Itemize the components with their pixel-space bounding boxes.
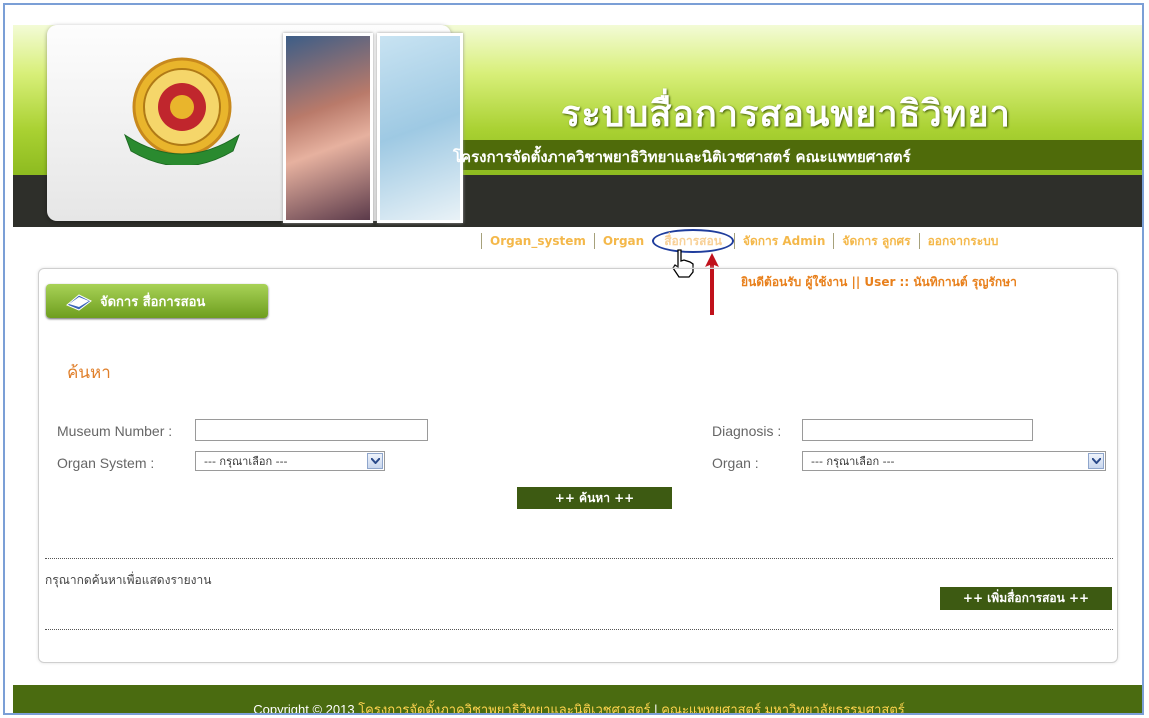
- organ-system-select-value: --- กรุณาเลือก ---: [204, 455, 288, 468]
- nav-item-manage-admin[interactable]: จัดการ Admin: [733, 233, 834, 249]
- museum-number-input[interactable]: [195, 419, 428, 441]
- nav-item-organ[interactable]: Organ: [593, 233, 652, 249]
- results-hint: กรุณากดค้นหาเพื่อแสดงรายงาน: [45, 573, 212, 587]
- museum-number-label: Museum Number :: [57, 423, 173, 439]
- nav-item-manage-arrow[interactable]: จัดการ ลูกศร: [833, 233, 918, 249]
- footer-link-department[interactable]: โครงการจัดตั้งภาควิชาพยาธิวิทยาและนิติเว…: [358, 702, 650, 713]
- chevron-down-icon[interactable]: [367, 453, 383, 469]
- organ-label: Organ :: [712, 455, 759, 471]
- header-photo-stethoscope: [377, 33, 463, 223]
- footer-copyright: Copyright © 2013: [253, 702, 355, 715]
- header-photo-anatomy: [283, 33, 373, 223]
- organ-select-value: --- กรุณาเลือก ---: [811, 455, 895, 468]
- footer-separator: |: [654, 702, 658, 715]
- site-title: ระบบสื่อการสอนพยาธิวิทยา: [561, 94, 1011, 135]
- organ-system-select[interactable]: --- กรุณาเลือก ---: [195, 451, 385, 471]
- footer-link-faculty[interactable]: คณะแพทยศาสตร์ มหาวิทยาลัยธรรมศาสตร์: [661, 702, 905, 713]
- manage-teaching-media-header: จัดการ สื่อการสอน: [46, 284, 268, 318]
- divider-top: [45, 558, 1113, 559]
- diagnosis-input[interactable]: [802, 419, 1033, 441]
- nav-item-logout[interactable]: ออกจากระบบ: [918, 233, 1007, 249]
- book-icon: [66, 294, 92, 311]
- divider-bottom: [45, 629, 1113, 630]
- page-frame: ระบบสื่อการสอนพยาธิวิทยา โครงการจัดตั้งภ…: [3, 3, 1144, 715]
- logo-panel: [47, 25, 463, 223]
- university-seal-logo: [123, 57, 241, 165]
- site-subtitle: โครงการจัดตั้งภาควิชาพยาธิวิทยาและนิติเว…: [453, 148, 911, 166]
- diagnosis-label: Diagnosis :: [712, 423, 782, 439]
- search-button[interactable]: ++ ค้นหา ++: [517, 487, 672, 509]
- nav-item-organ-system[interactable]: Organ_system: [481, 233, 594, 249]
- organ-select[interactable]: --- กรุณาเลือก ---: [802, 451, 1106, 471]
- site-header: ระบบสื่อการสอนพยาธิวิทยา โครงการจัดตั้งภ…: [13, 15, 1142, 230]
- chevron-down-icon[interactable]: [1088, 453, 1104, 469]
- site-footer: Copyright © 2013 โครงการจัดตั้งภาควิชาพย…: [13, 685, 1142, 715]
- add-teaching-media-button[interactable]: ++ เพิ่มสื่อการสอน ++: [940, 587, 1112, 610]
- organ-system-label: Organ System :: [57, 455, 155, 471]
- manage-header-label: จัดการ สื่อการสอน: [100, 294, 206, 310]
- welcome-message: ยินดีต้อนรับ ผู้ใช้งาน || User :: นันทิก…: [741, 275, 1017, 289]
- search-heading: ค้นหา: [67, 363, 111, 383]
- main-nav: Organ_system Organ สื่อการสอน จัดการ Adm…: [481, 229, 1007, 253]
